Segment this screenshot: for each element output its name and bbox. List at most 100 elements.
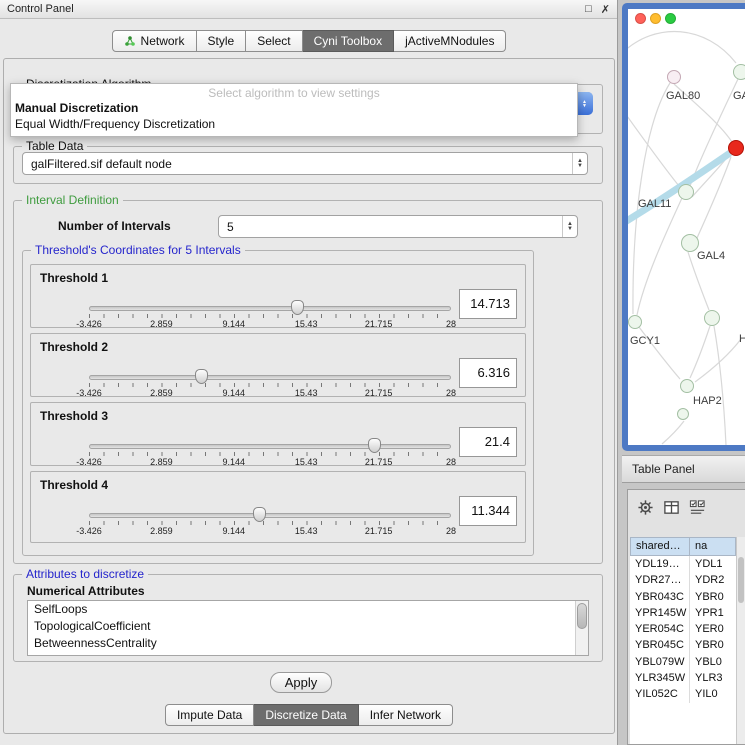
attributes-list[interactable]: SelfLoopsTopologicalCoefficientBetweenne… xyxy=(27,600,589,656)
list-item[interactable]: SelfLoops xyxy=(28,601,588,618)
tick-label: 9.144 xyxy=(223,319,246,329)
table-row[interactable]: YBR045CYBR0 xyxy=(630,637,736,653)
network-node[interactable] xyxy=(680,379,694,393)
network-node-label: GAL80 xyxy=(666,90,700,102)
threshold-panel-2: Threshold 2-3.4262.8599.14415.4321.71528… xyxy=(30,333,526,397)
tab-cyni-toolbox[interactable]: Cyni Toolbox xyxy=(303,30,394,52)
tab-style[interactable]: Style xyxy=(197,30,247,52)
table-columns-icon[interactable] xyxy=(663,499,680,516)
network-view-window: GAL80GAGAL11GAL4GCY1HHAP2 xyxy=(622,3,745,451)
table-body[interactable]: YDL19…YDL1YDR27…YDR2YBR043CYBR0YPR145WYP… xyxy=(630,556,736,744)
table-panel-header[interactable]: Table Panel xyxy=(622,455,745,483)
table-row[interactable]: YBR043CYBR0 xyxy=(630,589,736,605)
table-data-combo-value: galFiltered.sif default node xyxy=(31,157,172,171)
table-row[interactable]: YLR345WYLR3 xyxy=(630,670,736,686)
table-cell: YIL0 xyxy=(690,686,736,702)
titlebar[interactable]: Control Panel □ ✗ xyxy=(0,0,617,19)
network-node[interactable] xyxy=(667,70,681,84)
tick-label: 21.715 xyxy=(365,319,393,329)
minimize-traffic-light-icon[interactable] xyxy=(650,13,661,24)
scrollbar-thumb[interactable] xyxy=(577,603,587,629)
tick-label: 28 xyxy=(446,457,456,467)
num-intervals-combo[interactable]: 5 ▲▼ xyxy=(218,215,578,238)
tab-select[interactable]: Select xyxy=(246,30,302,52)
threshold-coordinates-group-title: Threshold's Coordinates for 5 Intervals xyxy=(31,243,245,257)
table-row[interactable]: YPR145WYPR1 xyxy=(630,605,736,621)
table-row[interactable]: YDR27…YDR2 xyxy=(630,572,736,588)
slider-thumb[interactable] xyxy=(291,300,304,315)
float-window-icon[interactable]: □ xyxy=(585,3,592,15)
close-icon[interactable]: ✗ xyxy=(601,3,610,16)
tick-label: -3.426 xyxy=(76,457,102,467)
zoom-traffic-light-icon[interactable] xyxy=(665,13,676,24)
threshold-slider[interactable]: -3.4262.8599.14415.4321.71528 xyxy=(89,299,451,329)
network-icon xyxy=(124,35,136,47)
close-traffic-light-icon[interactable] xyxy=(635,13,646,24)
slider-thumb[interactable] xyxy=(195,369,208,384)
select-columns-checkboxes-icon[interactable] xyxy=(689,499,706,516)
tab-impute-data[interactable]: Impute Data xyxy=(165,704,254,726)
slider-track xyxy=(89,513,451,518)
column-header[interactable]: na xyxy=(690,537,736,556)
network-node-label: H xyxy=(739,333,745,345)
table-header-row: shared…na xyxy=(630,537,736,556)
apply-button[interactable]: Apply xyxy=(270,672,332,693)
table-row[interactable]: YDL19…YDL1 xyxy=(630,556,736,572)
table-cell: YDR2 xyxy=(690,572,736,588)
threshold-value-field[interactable]: 14.713 xyxy=(459,289,517,319)
table-row[interactable]: YBL079WYBL0 xyxy=(630,654,736,670)
tab-infer-network[interactable]: Infer Network xyxy=(359,704,453,726)
tab-discretize-data[interactable]: Discretize Data xyxy=(254,704,358,726)
tick-label: 28 xyxy=(446,319,456,329)
table-cell: YBL0 xyxy=(690,654,736,670)
tick-label: 15.43 xyxy=(295,457,318,467)
table-row[interactable]: YER054CYER0 xyxy=(630,621,736,637)
tick-label: -3.426 xyxy=(76,526,102,536)
table-row[interactable]: YIL052CYIL0 xyxy=(630,686,736,702)
num-intervals-value: 5 xyxy=(227,220,234,234)
table-cell: YDL1 xyxy=(690,556,736,572)
list-item[interactable]: TopologicalCoefficient xyxy=(28,618,588,635)
threshold-value-field[interactable]: 11.344 xyxy=(459,496,517,526)
tick-label: 2.859 xyxy=(150,388,173,398)
tick-label: 15.43 xyxy=(295,388,318,398)
threshold-slider[interactable]: -3.4262.8599.14415.4321.71528 xyxy=(89,368,451,398)
threshold-slider[interactable]: -3.4262.8599.14415.4321.71528 xyxy=(89,506,451,536)
list-item[interactable]: BetweennessCentrality xyxy=(28,635,588,652)
table-scrollbar[interactable] xyxy=(736,537,745,744)
network-node[interactable] xyxy=(704,310,720,326)
slider-track xyxy=(89,375,451,380)
tab-label: Select xyxy=(257,34,290,48)
table-scrollbar-thumb[interactable] xyxy=(738,557,744,603)
table-cell: YDR27… xyxy=(630,572,690,588)
gear-icon[interactable] xyxy=(637,499,654,516)
network-node[interactable] xyxy=(678,184,694,200)
attributes-list-items: SelfLoopsTopologicalCoefficientBetweenne… xyxy=(28,601,588,652)
network-canvas[interactable]: GAL80GAGAL11GAL4GCY1HHAP2 xyxy=(628,9,745,445)
threshold-value-field[interactable]: 21.4 xyxy=(459,427,517,457)
threshold-value-field[interactable]: 6.316 xyxy=(459,358,517,388)
slider-track xyxy=(89,444,451,449)
network-node[interactable] xyxy=(733,64,745,80)
threshold-label: Threshold 4 xyxy=(40,478,108,492)
threshold-slider[interactable]: -3.4262.8599.14415.4321.71528 xyxy=(89,437,451,467)
tick-label: 21.715 xyxy=(365,457,393,467)
list-scrollbar[interactable] xyxy=(575,601,588,655)
tab-jactivemnodules[interactable]: jActiveMNodules xyxy=(394,30,506,52)
network-node-label: GA xyxy=(733,90,745,102)
tick-label: -3.426 xyxy=(76,319,102,329)
combo-arrows-icon: ▲▼ xyxy=(576,92,593,115)
algorithm-option-manual-discretization[interactable]: Manual Discretization xyxy=(11,100,577,116)
tab-network[interactable]: Network xyxy=(112,30,197,52)
threshold-panel-3: Threshold 3-3.4262.8599.14415.4321.71528… xyxy=(30,402,526,466)
tab-label: Infer Network xyxy=(370,708,441,722)
table-data-combo[interactable]: galFiltered.sif default node ▲▼ xyxy=(22,152,588,175)
column-header[interactable]: shared… xyxy=(630,537,690,556)
network-node[interactable] xyxy=(628,315,642,329)
algorithm-option-equal-width-frequency-discretization[interactable]: Equal Width/Frequency Discretization xyxy=(11,116,577,132)
network-node[interactable] xyxy=(677,408,689,420)
network-node[interactable] xyxy=(728,140,744,156)
slider-thumb[interactable] xyxy=(368,438,381,453)
table-cell: YDL19… xyxy=(630,556,690,572)
slider-thumb[interactable] xyxy=(253,507,266,522)
